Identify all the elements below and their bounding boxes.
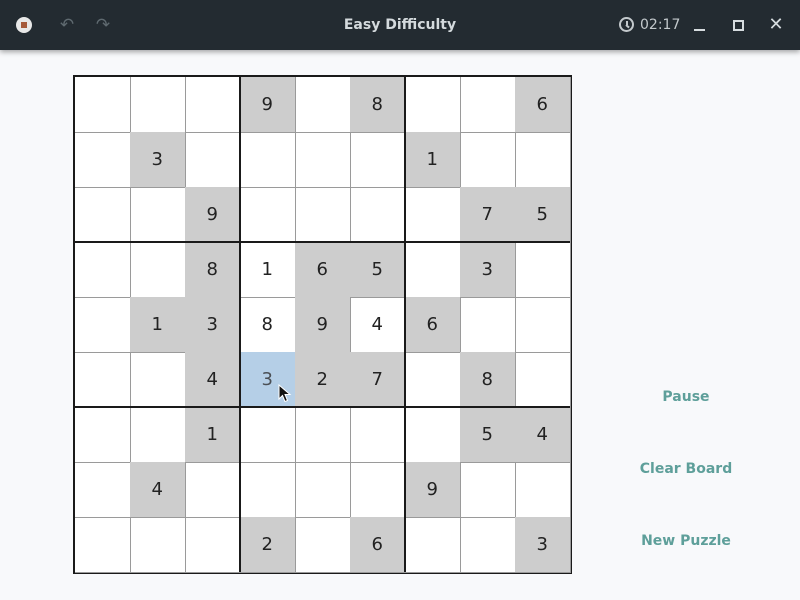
cell-r1-c5[interactable]	[295, 77, 351, 133]
cell-r3-c6[interactable]	[350, 187, 406, 243]
cell-r8-c4[interactable]	[240, 462, 296, 518]
cell-r5-c8[interactable]	[460, 297, 516, 353]
cell-r9-c5[interactable]	[295, 517, 351, 573]
sudoku-board: 98631975816531389464327815449263	[73, 75, 572, 574]
cell-r1-c3[interactable]	[185, 77, 241, 133]
box-divider-vertical	[404, 77, 406, 572]
cell-r8-c7[interactable]: 9	[405, 462, 461, 518]
cell-r6-c1[interactable]	[75, 352, 131, 408]
cell-r7-c2[interactable]	[130, 407, 186, 463]
box-divider-horizontal	[75, 406, 570, 408]
cell-r8-c8[interactable]	[460, 462, 516, 518]
cell-r6-c5[interactable]: 2	[295, 352, 351, 408]
cell-r4-c1[interactable]	[75, 242, 131, 298]
cell-r6-c8[interactable]: 8	[460, 352, 516, 408]
box-divider-vertical	[239, 77, 241, 572]
new-puzzle-button[interactable]: New Puzzle	[612, 533, 760, 549]
cell-r1-c6[interactable]: 8	[350, 77, 406, 133]
pause-button[interactable]: Pause	[612, 389, 760, 405]
cell-r6-c7[interactable]	[405, 352, 461, 408]
timer: 02:17	[619, 0, 680, 50]
clock-icon	[619, 17, 634, 32]
cell-r4-c6[interactable]: 5	[350, 242, 406, 298]
cell-r1-c2[interactable]	[130, 77, 186, 133]
cell-r3-c9[interactable]: 5	[515, 187, 571, 243]
cell-r4-c7[interactable]	[405, 242, 461, 298]
clear-board-button[interactable]: Clear Board	[612, 461, 760, 477]
cell-r8-c1[interactable]	[75, 462, 131, 518]
cell-r6-c2[interactable]	[130, 352, 186, 408]
cell-r1-c8[interactable]	[460, 77, 516, 133]
undo-icon[interactable]: ↶	[55, 13, 79, 37]
cell-r6-c9[interactable]	[515, 352, 571, 408]
cell-r7-c5[interactable]	[295, 407, 351, 463]
cell-r1-c9[interactable]: 6	[515, 77, 571, 133]
cell-r3-c1[interactable]	[75, 187, 131, 243]
cell-r6-c4[interactable]: 3	[240, 352, 296, 408]
cell-r2-c2[interactable]: 3	[130, 132, 186, 188]
cell-r3-c5[interactable]	[295, 187, 351, 243]
box-divider-horizontal	[75, 241, 570, 243]
cell-r5-c6[interactable]: 4	[350, 297, 406, 353]
cell-r2-c9[interactable]	[515, 132, 571, 188]
cell-r2-c8[interactable]	[460, 132, 516, 188]
cell-r2-c5[interactable]	[295, 132, 351, 188]
cell-r5-c4[interactable]: 8	[240, 297, 296, 353]
cell-r8-c6[interactable]	[350, 462, 406, 518]
cell-r1-c4[interactable]: 9	[240, 77, 296, 133]
cell-r3-c2[interactable]	[130, 187, 186, 243]
close-button[interactable]: ✕	[764, 13, 788, 37]
cell-r8-c2[interactable]: 4	[130, 462, 186, 518]
cell-r3-c3[interactable]: 9	[185, 187, 241, 243]
cell-r7-c7[interactable]	[405, 407, 461, 463]
cell-r9-c2[interactable]	[130, 517, 186, 573]
cell-r7-c8[interactable]: 5	[460, 407, 516, 463]
cell-r4-c3[interactable]: 8	[185, 242, 241, 298]
cell-r2-c4[interactable]	[240, 132, 296, 188]
cell-r4-c2[interactable]	[130, 242, 186, 298]
cell-r9-c9[interactable]: 3	[515, 517, 571, 573]
cell-r9-c4[interactable]: 2	[240, 517, 296, 573]
cell-r9-c1[interactable]	[75, 517, 131, 573]
cell-r7-c6[interactable]	[350, 407, 406, 463]
cell-r6-c3[interactable]: 4	[185, 352, 241, 408]
minimize-button[interactable]	[688, 13, 712, 37]
cell-r3-c8[interactable]: 7	[460, 187, 516, 243]
cell-r5-c3[interactable]: 3	[185, 297, 241, 353]
cell-r8-c3[interactable]	[185, 462, 241, 518]
timer-value: 02:17	[640, 17, 681, 33]
cell-r9-c8[interactable]	[460, 517, 516, 573]
cell-r1-c7[interactable]	[405, 77, 461, 133]
cell-r9-c3[interactable]	[185, 517, 241, 573]
cell-r8-c9[interactable]	[515, 462, 571, 518]
cell-r3-c4[interactable]	[240, 187, 296, 243]
cell-r5-c5[interactable]: 9	[295, 297, 351, 353]
cell-r7-c9[interactable]: 4	[515, 407, 571, 463]
cell-r7-c1[interactable]	[75, 407, 131, 463]
cell-r3-c7[interactable]	[405, 187, 461, 243]
cell-r9-c7[interactable]	[405, 517, 461, 573]
cell-r2-c1[interactable]	[75, 132, 131, 188]
cell-r4-c5[interactable]: 6	[295, 242, 351, 298]
cell-r2-c3[interactable]	[185, 132, 241, 188]
app-icon	[16, 17, 32, 33]
cell-r5-c1[interactable]	[75, 297, 131, 353]
cell-r4-c8[interactable]: 3	[460, 242, 516, 298]
cell-r5-c7[interactable]: 6	[405, 297, 461, 353]
maximize-button[interactable]	[726, 13, 750, 37]
cell-r8-c5[interactable]	[295, 462, 351, 518]
cell-r5-c2[interactable]: 1	[130, 297, 186, 353]
cell-r1-c1[interactable]	[75, 77, 131, 133]
cell-r2-c7[interactable]: 1	[405, 132, 461, 188]
cell-r4-c9[interactable]	[515, 242, 571, 298]
cell-r4-c4[interactable]: 1	[240, 242, 296, 298]
cell-r5-c9[interactable]	[515, 297, 571, 353]
cell-r7-c4[interactable]	[240, 407, 296, 463]
cell-r6-c6[interactable]: 7	[350, 352, 406, 408]
title-bar: ↶ ↷ Easy Difficulty 02:17 ✕	[0, 0, 800, 50]
cell-r9-c6[interactable]: 6	[350, 517, 406, 573]
redo-icon[interactable]: ↷	[91, 13, 115, 37]
cell-r2-c6[interactable]	[350, 132, 406, 188]
cell-r7-c3[interactable]: 1	[185, 407, 241, 463]
